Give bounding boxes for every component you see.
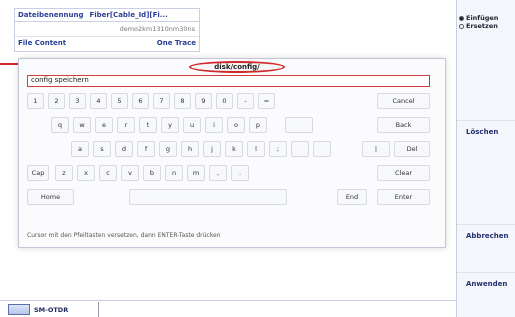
key-3[interactable]: 3 (69, 93, 86, 109)
key-del[interactable]: Del (394, 141, 430, 157)
key-blank[interactable] (285, 117, 313, 133)
key-space[interactable] (129, 189, 287, 205)
key-home[interactable]: Home (27, 189, 74, 205)
table-footer: File Content One Trace (15, 37, 199, 49)
cursor-hint: Cursor mit den Pfeiltasten versetzen, da… (27, 232, 221, 239)
radio-einfuegen[interactable]: Einfügen (459, 14, 515, 22)
key-h[interactable]: h (181, 141, 199, 157)
filename-input[interactable]: config speichern (27, 75, 430, 87)
key-c[interactable]: c (99, 165, 117, 181)
key-blank[interactable] (291, 141, 309, 157)
key-end[interactable]: End (337, 189, 367, 205)
radio-label: Einfügen (466, 14, 499, 22)
key-1[interactable]: 1 (27, 93, 44, 109)
key-n[interactable]: n (165, 165, 183, 181)
dialog-title: disk/config/ (189, 61, 285, 73)
table-header: Dateibenennung Fiber[Cable_Id][Fi... (15, 9, 199, 22)
key-b[interactable]: b (143, 165, 161, 181)
key-caps[interactable]: Cap (27, 165, 49, 181)
key-j[interactable]: j (203, 141, 221, 157)
key-e[interactable]: e (95, 117, 113, 133)
radio-label: Ersetzen (466, 22, 498, 30)
key-6[interactable]: 6 (132, 93, 149, 109)
key-9[interactable]: 9 (195, 93, 212, 109)
key-cancel[interactable]: Cancel (377, 93, 430, 109)
key-comma[interactable]: , (209, 165, 227, 181)
radio-ersetzen[interactable]: Ersetzen (459, 22, 515, 30)
delete-button[interactable]: Löschen (457, 120, 515, 142)
radio-unselected-icon (459, 23, 464, 29)
abort-button[interactable]: Abbrechen (457, 224, 515, 246)
key-4[interactable]: 4 (90, 93, 107, 109)
key-2[interactable]: 2 (48, 93, 65, 109)
key-l[interactable]: l (247, 141, 265, 157)
key-blank[interactable] (313, 141, 331, 157)
key-m[interactable]: m (187, 165, 205, 181)
key-0[interactable]: 0 (216, 93, 233, 109)
key-w[interactable]: w (73, 117, 91, 133)
key-pipe[interactable]: | (362, 141, 390, 157)
key-enter[interactable]: Enter (377, 189, 430, 205)
key-q[interactable]: q (51, 117, 69, 133)
key-x[interactable]: x (77, 165, 95, 181)
otdr-module-icon (8, 304, 30, 315)
key-g[interactable]: g (159, 141, 177, 157)
apply-button[interactable]: Anwenden (457, 272, 515, 294)
key-t[interactable]: t (139, 117, 157, 133)
key-8[interactable]: 8 (174, 93, 191, 109)
footer-one-trace: One Trace (156, 39, 196, 47)
key-u[interactable]: u (183, 117, 201, 133)
header-fiber: Fiber[Cable_Id][Fi... (89, 11, 168, 19)
key-r[interactable]: r (117, 117, 135, 133)
key-minus[interactable]: - (237, 93, 254, 109)
key-d[interactable]: d (115, 141, 133, 157)
key-f[interactable]: f (137, 141, 155, 157)
file-settings-table: Dateibenennung Fiber[Cable_Id][Fi... dem… (14, 8, 200, 52)
key-v[interactable]: v (121, 165, 139, 181)
bottom-tab-bar: SM-OTDR (0, 300, 456, 317)
key-back[interactable]: Back (377, 117, 430, 133)
key-a[interactable]: a (71, 141, 89, 157)
key-z[interactable]: z (55, 165, 73, 181)
table-row: demo2km1310nm30ns (15, 22, 199, 37)
radio-selected-icon (459, 15, 464, 21)
key-equals[interactable]: = (258, 93, 275, 109)
key-7[interactable]: 7 (153, 93, 170, 109)
key-semicolon[interactable]: ; (269, 141, 287, 157)
insert-mode-radio-group: Einfügen Ersetzen (457, 0, 515, 30)
key-5[interactable]: 5 (111, 93, 128, 109)
key-k[interactable]: k (225, 141, 243, 157)
tab-sm-otdr[interactable]: SM-OTDR (8, 302, 100, 317)
key-i[interactable]: i (205, 117, 223, 133)
virtual-keyboard-dialog: disk/config/ config speichern 1 2 3 4 5 … (18, 58, 446, 248)
header-naming: Dateibenennung (18, 11, 84, 19)
footer-file-content: File Content (18, 39, 67, 47)
tab-label: SM-OTDR (34, 305, 69, 314)
key-period[interactable]: . (231, 165, 249, 181)
key-clear[interactable]: Clear (377, 165, 430, 181)
key-s[interactable]: s (93, 141, 111, 157)
right-side-panel: Einfügen Ersetzen Löschen Abbrechen Anwe… (456, 0, 515, 317)
key-p[interactable]: p (249, 117, 267, 133)
key-o[interactable]: o (227, 117, 245, 133)
key-y[interactable]: y (161, 117, 179, 133)
